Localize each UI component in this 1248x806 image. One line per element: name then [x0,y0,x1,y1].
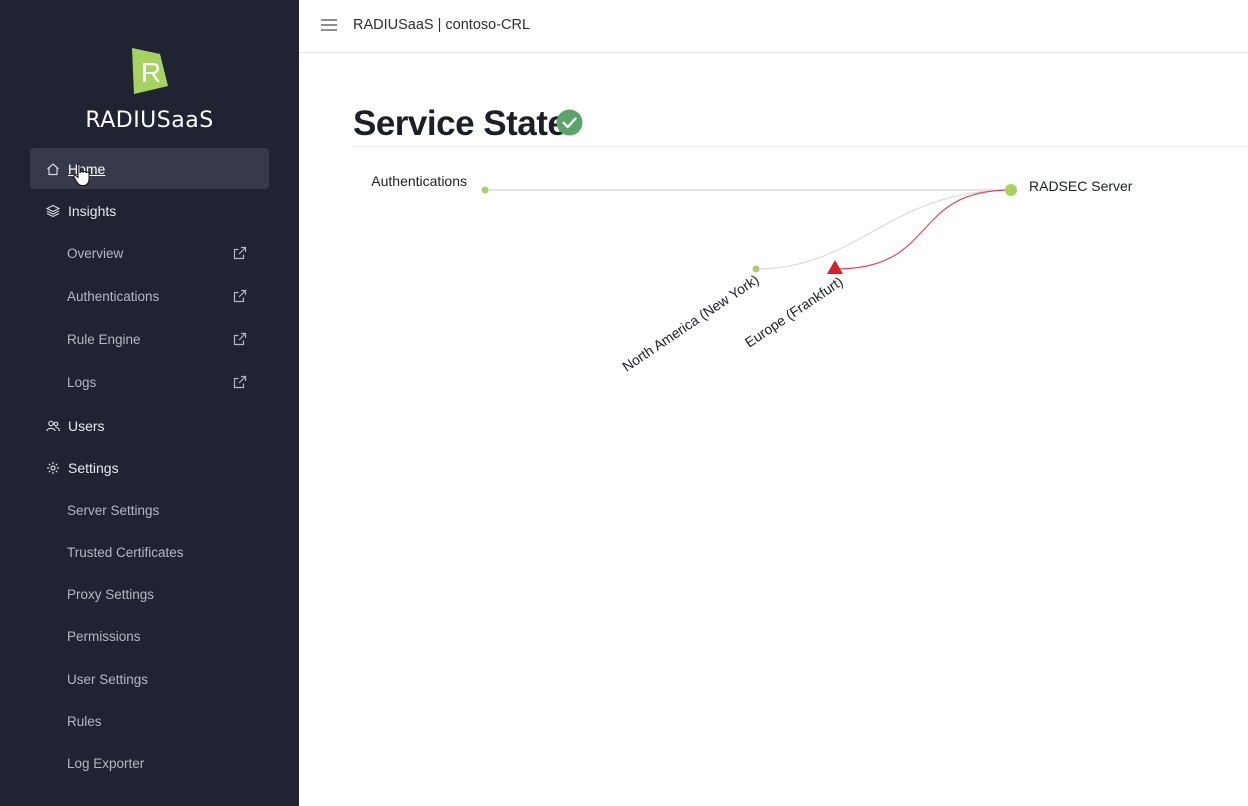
svg-text:R: R [141,57,161,88]
page-title: Service State [353,104,567,143]
sub-log-exporter-label: Log Exporter [67,755,145,771]
sub-overview[interactable]: Overview [67,238,257,268]
sub-rule-engine-label: Rule Engine [67,331,141,347]
sub-permissions-label: Permissions [67,628,141,644]
gear-icon [46,461,60,475]
tenant-title: RADIUSaaS | contoso-CRL [353,17,531,33]
sub-trusted-certificates-label: Trusted Certificates [67,544,184,560]
hand-cursor-icon [73,163,90,186]
sidebar: R RADIUSaaS Home Insights Overview Authe… [0,0,299,806]
sub-authentications[interactable]: Authentications [67,281,257,311]
sub-user-settings-label: User Settings [67,671,149,687]
users-icon [46,419,60,433]
sub-permissions[interactable]: Permissions [67,621,257,651]
label-radsec-server: RADSEC Server [1029,178,1133,194]
radiusaas-logo-icon: R [131,48,168,94]
sub-log-exporter[interactable]: Log Exporter [67,748,257,778]
brand-name: RADIUSaaS [85,108,214,133]
nav-insights-label: Insights [68,202,117,219]
label-north-america: North America (New York) [619,271,761,374]
sub-logs[interactable]: Logs [67,367,257,397]
sub-authentications-label: Authentications [67,288,160,304]
sub-user-settings[interactable]: User Settings [67,664,257,694]
sub-rules-label: Rules [67,713,102,729]
external-link-icon [233,332,247,346]
brand-logo[interactable]: R RADIUSaaS [0,46,299,133]
check-circle-icon [556,109,583,136]
external-link-icon [233,289,247,303]
sub-proxy-settings-label: Proxy Settings [67,586,155,602]
home-icon [46,162,60,176]
node-europe-error-icon [827,260,843,274]
layers-icon [46,204,60,218]
sub-overview-label: Overview [67,245,124,261]
sub-trusted-certificates[interactable]: Trusted Certificates [67,537,257,567]
nav-home[interactable]: Home [30,148,269,189]
external-link-icon [233,375,247,389]
sub-rules[interactable]: Rules [67,706,257,736]
label-authentications: Authentications [371,173,467,189]
external-link-icon [233,246,247,260]
nav-users-label: Users [68,417,105,434]
sub-logs-label: Logs [67,374,97,390]
node-north-america [752,265,760,273]
node-radsec-server [1005,184,1017,196]
nav-insights[interactable]: Insights [30,190,269,231]
nav-settings[interactable]: Settings [30,447,269,488]
menu-icon[interactable] [321,19,337,31]
sub-server-settings[interactable]: Server Settings [67,495,257,525]
title-divider [352,146,1248,147]
sub-rule-engine[interactable]: Rule Engine [67,324,257,354]
nav-settings-label: Settings [68,459,119,476]
top-bar: RADIUSaaS | contoso-CRL [299,0,1248,53]
service-state-diagram: Authentications RADSEC Server North Amer… [371,173,1133,375]
node-authentications [481,186,489,194]
link-north-america-radsec [755,189,1012,270]
link-europe-radsec [835,189,1012,270]
sub-server-settings-label: Server Settings [67,502,160,518]
nav-users[interactable]: Users [30,405,269,446]
sub-proxy-settings[interactable]: Proxy Settings [67,579,257,609]
